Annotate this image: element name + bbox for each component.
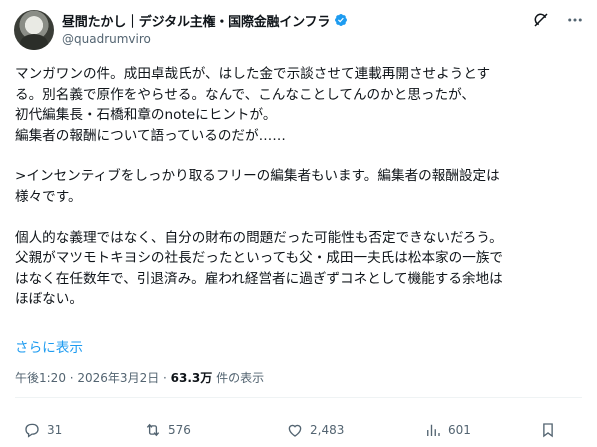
- like-button[interactable]: 2,483: [286, 421, 344, 439]
- post-line: 父親がマツモトキヨシの社長だったといっても父・成田一夫氏は松本家の一族で: [15, 250, 504, 267]
- post-line: ほぼない。: [15, 291, 83, 308]
- author-block: 昼間たかし｜デジタル主権・国際金融インフラ @quadrumviro: [62, 10, 542, 46]
- post-meta: 午後1:20 · 2026年3月2日 · 63.3万 件の表示: [15, 369, 264, 386]
- action-bar: 31 576 2,483 601: [15, 419, 582, 441]
- repost-count: 576: [168, 423, 191, 437]
- views-stat-count: 601: [448, 423, 471, 437]
- name-row: 昼間たかし｜デジタル主権・国際金融インフラ: [62, 10, 542, 30]
- top-actions: [531, 10, 585, 30]
- repost-button[interactable]: 576: [144, 421, 191, 439]
- repost-icon: [146, 423, 160, 437]
- grok-icon[interactable]: [531, 10, 551, 30]
- reply-count: 31: [47, 423, 63, 437]
- post-line: はなく在任数年で、引退済み。雇われ経営者に過ぎずコネとして機能する余地は: [15, 270, 503, 287]
- post-line: る。別名義で原作をやらせる。なんで、こんなことしてんのかと思ったが、: [15, 86, 476, 103]
- timestamp[interactable]: 午後1:20 · 2026年3月2日 ·: [15, 371, 171, 385]
- views-label: 件の表示: [212, 371, 265, 385]
- post-card: 昼間たかし｜デジタル主権・国際金融インフラ @quadrumviro マンガワン…: [0, 0, 597, 447]
- reply-button[interactable]: 31: [23, 421, 62, 439]
- post-line: >インセンティブをしっかり取るフリーの編集者もいます。編集者の報酬設定は: [15, 168, 500, 185]
- avatar[interactable]: [14, 10, 54, 50]
- views-button[interactable]: 601: [424, 421, 471, 439]
- views-count: 63.3万: [170, 371, 213, 385]
- bookmark-button[interactable]: [539, 421, 557, 439]
- heart-icon: [288, 424, 302, 437]
- post-line: 編集者の報酬について語っているのだが……: [15, 127, 286, 144]
- post-line: 様々です。: [15, 188, 82, 205]
- more-icon[interactable]: [565, 10, 585, 30]
- divider: [15, 397, 582, 398]
- verified-badge-icon: [335, 14, 348, 26]
- post-text: マンガワンの件。成田卓哉氏が、はした金で示談させて連載再開させようとす る。別名…: [15, 64, 587, 310]
- post-line: マンガワンの件。成田卓哉氏が、はした金で示談させて連載再開させようとす: [15, 66, 491, 82]
- show-more-link[interactable]: さらに表示: [15, 336, 83, 356]
- bookmark-icon: [543, 423, 553, 438]
- post-line: 個人的な義理ではなく、自分の財布の問題だった可能性も否定できないだろう。: [15, 229, 503, 246]
- reply-icon: [25, 423, 39, 438]
- post-line: 初代編集長・石橋和章のnoteにヒントが。: [15, 107, 277, 124]
- like-count: 2,483: [310, 423, 345, 437]
- handle[interactable]: @quadrumviro: [62, 32, 542, 46]
- display-name[interactable]: 昼間たかし｜デジタル主権・国際金融インフラ: [62, 11, 330, 30]
- views-icon: [427, 424, 440, 436]
